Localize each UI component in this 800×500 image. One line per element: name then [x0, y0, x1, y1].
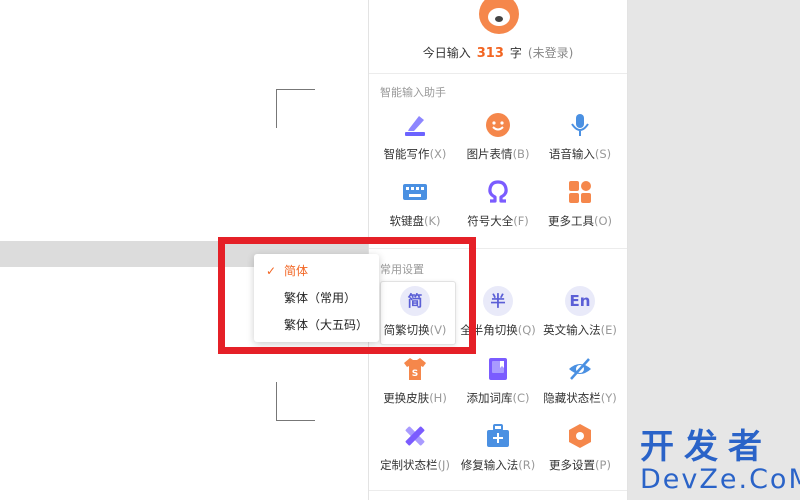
divider	[369, 490, 627, 491]
shortcut-key: (F)	[513, 214, 529, 228]
keyboard-icon	[403, 184, 427, 200]
page-corner-mark-bottom	[276, 382, 315, 421]
microphone-icon	[571, 114, 589, 136]
section-title-smart-assistant: 智能输入助手	[380, 86, 446, 99]
shortcut-key: (C)	[512, 391, 530, 405]
half-width-icon: 半	[483, 286, 513, 316]
eye-hidden-icon	[569, 358, 591, 380]
toolbox-icon	[487, 424, 509, 447]
setting-repair-ime[interactable]: 修复输入法(R)	[456, 423, 540, 473]
shortcut-key: (X)	[429, 147, 447, 161]
shortcut-key: (Y)	[600, 391, 617, 405]
shortcut-key: (H)	[429, 391, 447, 405]
shortcut-key: (S)	[594, 147, 612, 161]
book-icon	[489, 358, 507, 380]
tool-label: 更多设置	[549, 458, 596, 472]
stats-unit: 字	[509, 46, 522, 60]
setting-more-settings[interactable]: 更多设置(P)	[538, 423, 622, 473]
grid-icon	[569, 181, 591, 203]
tool-label: 语音输入	[548, 147, 595, 161]
tool-label: 图片表情	[466, 147, 513, 161]
shortcut-key: (J)	[437, 458, 450, 472]
tool-smart-writing[interactable]: 智能写作(X)	[373, 112, 457, 162]
tool-label: 隐藏状态栏	[543, 391, 601, 405]
tool-label: 添加词库	[466, 391, 513, 405]
tool-label: 定制状态栏	[380, 458, 438, 472]
shortcut-key: (K)	[423, 214, 441, 228]
setting-change-skin[interactable]: S 更换皮肤(H)	[373, 356, 457, 406]
stats-prefix: 今日输入	[422, 46, 471, 60]
shortcut-key: (P)	[595, 458, 611, 472]
setting-customize-statusbar[interactable]: 定制状态栏(J)	[373, 423, 457, 473]
tool-voice-input[interactable]: 语音输入(S)	[538, 112, 622, 162]
shortcut-key: (E)	[600, 323, 617, 337]
tool-label: 英文输入法	[543, 323, 601, 337]
setting-hide-statusbar[interactable]: 隐藏状态栏(Y)	[538, 356, 622, 406]
tool-label: 符号大全	[467, 214, 514, 228]
avatar-nose	[495, 16, 503, 22]
shortcut-key: (R)	[518, 458, 536, 472]
hexagon-settings-icon	[569, 424, 591, 448]
tool-label: 更多工具	[547, 214, 594, 228]
login-status[interactable]: (未登录)	[528, 46, 573, 60]
tool-label: 软键盘	[389, 214, 424, 228]
background-right	[628, 0, 800, 500]
setting-add-dictionary[interactable]: 添加词库(C)	[456, 356, 540, 406]
svg-text:S: S	[412, 369, 418, 379]
typing-stats: 今日输入 313 字 (未登录)	[368, 44, 628, 61]
tool-image-emoji[interactable]: 图片表情(B)	[456, 112, 540, 162]
smiley-icon	[486, 113, 510, 137]
shortcut-key: (Q)	[517, 323, 536, 337]
setting-english-input[interactable]: En 英文输入法(E)	[538, 286, 622, 338]
watermark-en: DevZe.CoM	[640, 464, 800, 495]
english-icon: En	[565, 286, 595, 316]
divider	[369, 73, 627, 74]
watermark-cn: 开发者	[640, 427, 772, 467]
tool-label: 修复输入法	[460, 458, 519, 472]
shortcut-key: (B)	[512, 147, 530, 161]
page-corner-mark-top	[276, 89, 315, 128]
tool-label: 智能写作	[383, 147, 430, 161]
pen-icon	[405, 116, 425, 136]
annotation-highlight-box	[218, 237, 476, 354]
ruler-pencil-icon	[405, 426, 425, 446]
shortcut-key: (O)	[593, 214, 613, 228]
tool-more-tools[interactable]: 更多工具(O)	[538, 179, 622, 229]
watermark: 开发者 DevZe.CoM	[640, 430, 800, 500]
tool-label: 更换皮肤	[383, 391, 430, 405]
shirt-icon: S	[404, 358, 426, 380]
tool-soft-keyboard[interactable]: 软键盘(K)	[373, 179, 457, 229]
tool-symbols[interactable]: 符号大全(F)	[456, 179, 540, 229]
omega-icon	[488, 180, 508, 203]
stats-count: 313	[476, 46, 504, 61]
